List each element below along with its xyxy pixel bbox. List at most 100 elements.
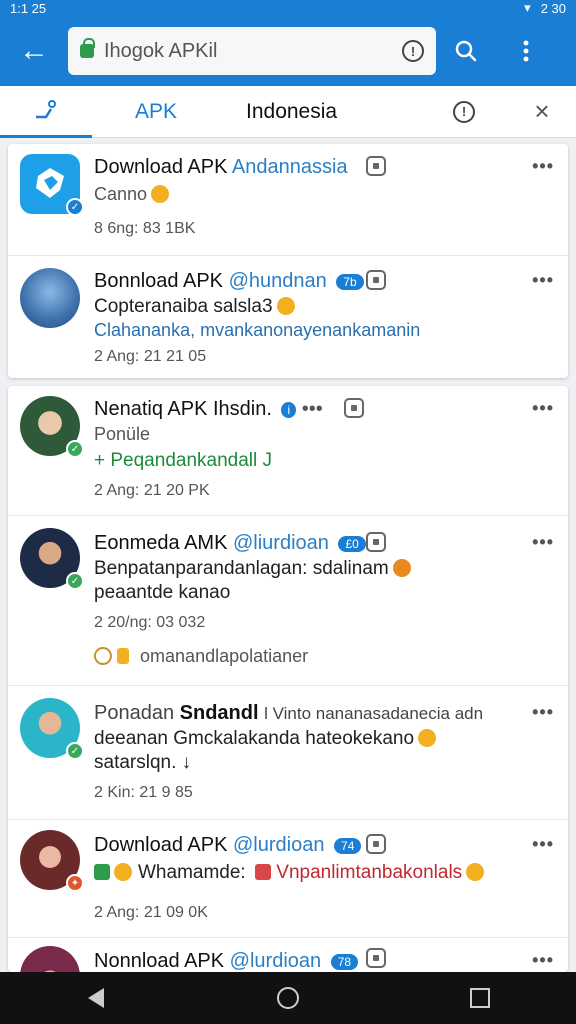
url-bar[interactable]: Ihogok APKil ! <box>68 27 436 75</box>
more-horiz-icon[interactable]: ••• <box>532 398 554 419</box>
item-text: Canno <box>94 184 170 205</box>
more-horiz-icon[interactable]: ••• <box>532 156 554 177</box>
item-title: Download APK @lurdioan 74 <box>94 834 362 857</box>
item-line2: peaantde kanao <box>94 582 231 603</box>
item-line1: Benpatanparandanlagan: sdalinam <box>94 558 389 579</box>
item-meta: 2 Ang: 21 09 0K <box>94 904 208 921</box>
count-badge: 74 <box>334 837 362 854</box>
home-circle-icon <box>277 987 299 1009</box>
item-extra: omanandlapolatianer <box>94 646 308 667</box>
item-handle[interactable]: @liurdioan <box>233 532 329 554</box>
copy-icon[interactable] <box>366 532 386 552</box>
list-item[interactable]: ✓ Download APK Andannassia ••• Canno 8 6… <box>8 144 568 256</box>
item-name: Download APK <box>94 834 228 856</box>
check-emoji-icon <box>94 864 110 880</box>
item-handle[interactable]: Andannassia <box>232 156 348 178</box>
tab-indonesia[interactable]: Indonesia <box>220 86 420 138</box>
item-name-rest: l Vinto nananasadanecia adn <box>264 704 484 723</box>
item-handle[interactable]: @lurdioan <box>230 950 321 972</box>
emoji-icon <box>466 863 485 881</box>
item-handle[interactable]: @hundnan <box>229 270 327 292</box>
item-name: Eonmeda AMK <box>94 532 228 554</box>
info-icon[interactable]: ! <box>402 40 424 62</box>
item-name: Nenatiq APK <box>94 398 208 420</box>
item-name: Nonnload APK <box>94 950 225 972</box>
verified-badge-icon: ✓ <box>66 572 84 590</box>
item-line1: Whamamde: <box>138 862 246 883</box>
item-name: Ponadan <box>94 702 175 724</box>
item-meta: 2 Kin: 21 9 85 <box>94 784 193 801</box>
item-line1: Canno <box>94 184 148 204</box>
verified-badge-icon: ✓ <box>66 742 84 760</box>
item-text: Whamamde: Vnpanlimtanbakonlals <box>94 862 485 884</box>
list-item[interactable]: ✓ Ponadan Sndandl l Vinto nananasadaneci… <box>8 686 568 820</box>
tab-apk[interactable]: APK <box>92 86 220 138</box>
verified-dot-icon: i <box>281 401 297 418</box>
flag-badge-icon: ✦ <box>66 874 84 892</box>
item-text: deeanan Gmckalakanda hateokekano <box>94 728 437 750</box>
count-badge: 7b <box>336 273 364 290</box>
lock-icon <box>80 38 95 58</box>
item-line1: deeanan Gmckalakanda hateokekano <box>94 728 415 749</box>
ellipsis-icon: ••• <box>301 398 323 420</box>
count-badge: 78 <box>330 953 359 970</box>
avatar <box>20 946 80 972</box>
close-icon[interactable]: × <box>508 96 576 127</box>
item-name: Bonnload APK <box>94 270 223 292</box>
url-text: Ihogok APKil <box>104 39 218 62</box>
more-horiz-icon[interactable]: ••• <box>532 950 554 971</box>
verified-badge-icon: ✓ <box>66 440 84 458</box>
feed-card: ✓ Nenatiq APK Ihsdin. i ••• ••• Ponüle +… <box>8 386 568 972</box>
status-time: 1:1 25 <box>10 0 47 16</box>
more-vert-icon[interactable] <box>496 16 556 86</box>
more-horiz-icon[interactable]: ••• <box>532 702 554 723</box>
nav-back-button[interactable] <box>66 972 126 1024</box>
item-line2[interactable]: + Peqandankandall J <box>94 450 272 472</box>
item-meta: 8 6ng: 83 1BK <box>94 220 196 237</box>
item-line2: satarslqn. ↓ <box>94 752 192 773</box>
back-arrow-icon[interactable]: ← <box>0 16 68 86</box>
lock-emoji-icon <box>117 648 130 664</box>
emoji-icon <box>392 559 411 577</box>
battery-text: 2 30 <box>540 0 566 16</box>
search-icon[interactable] <box>436 16 496 86</box>
list-item[interactable]: Bonnload APK @hundnan 7b ••• Copteranaib… <box>8 256 568 378</box>
more-horiz-icon[interactable]: ••• <box>532 270 554 291</box>
verified-badge-icon: ✓ <box>66 198 84 216</box>
item-meta: 2 20/ng: 03 032 <box>94 614 206 631</box>
emoji-icon <box>151 185 170 203</box>
copy-icon[interactable] <box>366 156 386 176</box>
list-item[interactable]: ✓ Eonmeda AMK @liurdioan £0 ••• Benpatan… <box>8 516 568 686</box>
list-item[interactable]: Nonnload APK @lurdioan 78 ••• <box>8 938 568 972</box>
ring-icon <box>94 647 112 665</box>
list-item[interactable]: ✦ Download APK @lurdioan 74 ••• Whamamde… <box>8 820 568 938</box>
cake-emoji-icon <box>254 864 271 880</box>
info-icon[interactable]: ! <box>453 100 475 123</box>
more-horiz-icon[interactable]: ••• <box>532 532 554 553</box>
item-line1-red: Vnpanlimtanbakonlals <box>276 862 463 883</box>
item-title: Bonnload APK @hundnan 7b <box>94 270 364 293</box>
copy-icon[interactable] <box>344 398 364 418</box>
avatar: ✓ <box>20 698 84 760</box>
status-icons: ▾ 2 30 <box>524 0 566 16</box>
feed-card: ✓ Download APK Andannassia ••• Canno 8 6… <box>8 144 568 378</box>
emoji-icon <box>276 297 295 315</box>
recents-square-icon <box>470 988 490 1008</box>
item-handle[interactable]: Ihsdin. <box>213 398 272 420</box>
app-logo-avatar: ✓ <box>20 154 84 216</box>
item-title: Nenatiq APK Ihsdin. i ••• <box>94 398 323 421</box>
nav-recents-button[interactable] <box>450 972 510 1024</box>
tab-bar: APK Indonesia ! × <box>0 86 576 138</box>
item-line1: Copteranaiba salsla3 <box>94 296 273 317</box>
nav-home-button[interactable] <box>258 972 318 1024</box>
item-handle[interactable]: @lurdioan <box>233 834 324 856</box>
item-title: Nonnload APK @lurdioan 78 <box>94 950 359 972</box>
copy-icon[interactable] <box>366 270 386 290</box>
copy-icon[interactable] <box>366 948 386 968</box>
more-horiz-icon[interactable]: ••• <box>532 834 554 855</box>
emoji-icon <box>418 729 437 747</box>
list-item[interactable]: ✓ Nenatiq APK Ihsdin. i ••• ••• Ponüle +… <box>8 386 568 516</box>
browser-toolbar: ← Ihogok APKil ! <box>0 16 576 86</box>
copy-icon[interactable] <box>366 834 386 854</box>
home-tab-icon[interactable] <box>0 86 92 138</box>
